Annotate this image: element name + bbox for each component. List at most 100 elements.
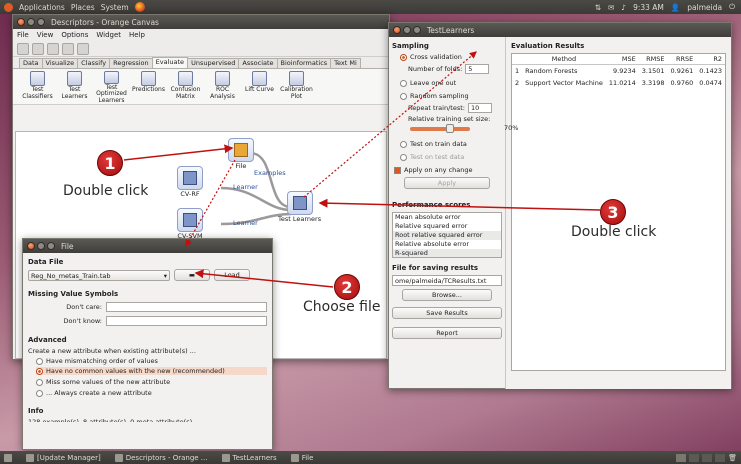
menu-file[interactable]: File [17,31,29,39]
node-cv-svm[interactable]: CV-SVM [177,208,203,240]
radio-button[interactable] [36,367,43,375]
list-item[interactable]: Mean absolute error [393,213,501,222]
widget-test-optimized[interactable]: Test Optimized Learners [93,69,130,104]
menu-help[interactable]: Help [129,31,145,39]
header-mse[interactable]: MSE [605,54,639,65]
results-file-input[interactable]: ome/palmeida/TCResults.txt [392,275,502,286]
maximize-icon[interactable] [37,18,45,26]
folds-spinbox[interactable]: 5 [465,64,490,74]
radio-no-common[interactable]: Have no common values with the new (reco… [36,367,267,375]
widget-test-classifiers[interactable]: Test Classifiers [19,69,56,104]
radio-button[interactable] [400,79,407,87]
open-file-icon[interactable] [32,42,44,55]
menu-view[interactable]: View [37,31,54,39]
file-titlebar[interactable]: File [23,239,272,253]
system-menu[interactable]: System [101,3,129,12]
radio-button[interactable] [400,92,407,100]
maximize-icon[interactable] [47,242,55,250]
header-method[interactable]: Method [522,54,606,65]
list-item[interactable]: R-squared [393,249,501,257]
speaker-icon[interactable]: ♪ [621,3,626,12]
minimize-icon[interactable] [37,242,45,250]
apply-on-change-row[interactable]: Apply on any change [394,166,502,174]
ubuntu-logo-icon[interactable] [4,2,13,12]
relative-size-slider[interactable]: 70% [410,124,518,133]
user-icon[interactable]: 👤 [671,3,680,12]
widget-predictions[interactable]: Predictions [130,69,167,104]
radio-button[interactable] [36,357,43,365]
tab-regression[interactable]: Regression [109,58,153,68]
user-name[interactable]: palmeida [687,3,722,12]
apply-on-change-checkbox[interactable] [394,166,401,174]
radio-leave-one-out[interactable]: Leave one out [400,79,502,87]
testlearners-titlebar[interactable]: TestLearners [389,23,731,37]
tab-visualize[interactable]: Visualize [41,58,79,68]
radio-random-sampling[interactable]: Random sampling [400,92,502,100]
radio-button[interactable] [400,140,407,148]
workspace-icon[interactable] [715,453,726,462]
close-icon[interactable] [27,242,35,250]
dont-care-input[interactable] [106,302,267,312]
minimize-icon[interactable] [403,26,411,34]
menu-options[interactable]: Options [61,31,88,39]
tab-evaluate[interactable]: Evaluate [151,57,189,68]
tab-unsupervised[interactable]: Unsupervised [187,58,240,68]
radio-always-create[interactable]: ... Always create a new attribute [36,389,267,397]
radio-button[interactable] [400,53,407,61]
mail-icon[interactable]: ✉ [608,3,614,12]
apply-button[interactable]: Apply [404,177,490,189]
dont-know-input[interactable] [106,316,267,326]
tab-text-mining[interactable]: Text Mi [330,58,361,68]
radio-button[interactable] [36,389,43,397]
task-descriptors[interactable]: Descriptors - Orange ... [114,453,208,462]
widget-confusion-matrix[interactable]: Confusion Matrix [167,69,204,104]
save-icon[interactable] [47,42,59,55]
radio-test-on-train[interactable]: Test on train data [400,140,502,148]
browse-file-button[interactable]: ▬ [174,269,210,281]
node-file[interactable]: File [228,138,254,170]
widget-test-learners[interactable]: Test Learners [56,69,93,104]
catalog-icon[interactable] [77,42,89,55]
repeat-spinbox[interactable]: 10 [467,103,492,113]
workspace-icon[interactable] [702,453,713,462]
report-button[interactable]: Report [392,327,502,339]
workspace-icon[interactable] [676,453,687,462]
header-rmse[interactable]: RMSE [638,54,668,65]
tab-data[interactable]: Data [19,58,43,68]
reload-button[interactable]: Load [214,269,250,281]
print-icon[interactable] [62,42,74,55]
table-row[interactable]: 2 Support Vector Machine 11.0214 3.3198 … [512,77,725,89]
trash-icon[interactable]: 🗑 [728,454,737,462]
radio-miss-some[interactable]: Miss some values of the new attribute [36,378,267,386]
tab-associate[interactable]: Associate [238,58,278,68]
save-results-button[interactable]: Save Results [392,307,502,319]
table-row[interactable]: 1 Random Forests 9.9234 3.1501 0.9261 0.… [512,65,725,78]
power-icon[interactable]: ⏻ [729,2,735,12]
firefox-icon[interactable] [134,2,145,12]
header-rrse[interactable]: RRSE [667,54,697,65]
show-desktop-icon[interactable] [4,453,12,462]
file-node-box[interactable] [228,138,254,162]
cvsvm-node-box[interactable] [177,208,203,232]
clock[interactable]: 9:33 AM [633,3,664,12]
widget-calibration-plot[interactable]: Calibration Plot [278,69,315,104]
canvas-titlebar[interactable]: Descriptors - Orange Canvas [13,15,389,29]
task-file[interactable]: File [290,453,313,462]
list-item[interactable]: Relative squared error [393,222,501,231]
workspace-switcher[interactable]: 🗑 [676,453,741,462]
applications-menu[interactable]: Applications [19,3,65,12]
node-test-learners[interactable]: Test Learners [278,191,321,223]
list-item[interactable]: Root relative squared error [393,231,501,240]
minimize-icon[interactable] [27,18,35,26]
close-icon[interactable] [393,26,401,34]
list-item[interactable]: Relative absolute error [393,240,501,249]
menu-widget[interactable]: Widget [96,31,121,39]
widget-lift-curve[interactable]: Lift Curve [241,69,278,104]
maximize-icon[interactable] [413,26,421,34]
scores-list[interactable]: Mean absolute error Relative squared err… [392,212,502,258]
tab-classify[interactable]: Classify [77,58,111,68]
browse-button[interactable]: Browse... [402,289,492,301]
radio-mismatching[interactable]: Have mismatching order of values [36,357,267,365]
radio-cross-validation[interactable]: Cross validation [400,53,502,61]
node-cv-rf[interactable]: CV-RF [177,166,203,198]
